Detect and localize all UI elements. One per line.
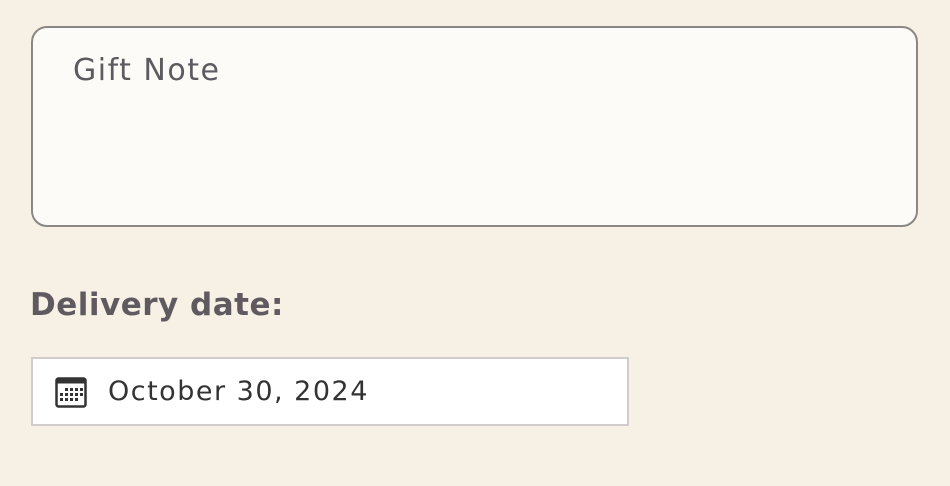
gift-note-input[interactable] xyxy=(31,26,918,227)
delivery-date-label: Delivery date: xyxy=(30,287,284,323)
calendar-icon xyxy=(55,377,87,408)
delivery-date-value: October 30, 2024 xyxy=(108,376,369,407)
delivery-date-picker[interactable]: October 30, 2024 xyxy=(31,357,629,426)
